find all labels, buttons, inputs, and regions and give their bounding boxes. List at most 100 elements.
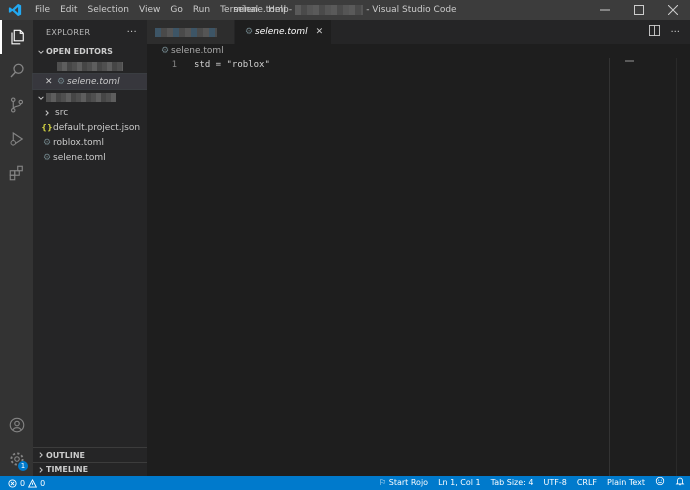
redacted-file-name [57,62,123,71]
timeline-header[interactable]: TIMELINE [33,462,147,476]
sidebar-bottom-sections: OUTLINE TIMELINE [33,447,147,476]
settings-file-icon: ⚙ [160,46,170,56]
close-window-button[interactable] [656,0,690,20]
tree-item-roblox-toml[interactable]: ⚙ roblox.toml [33,135,147,150]
vscode-logo-icon [0,0,30,20]
tree-item-src[interactable]: src [33,105,147,120]
maximize-icon [634,5,644,15]
minimize-button[interactable] [588,0,622,20]
breadcrumb[interactable]: ⚙ selene.toml [147,44,690,58]
vertical-scrollbar[interactable] [676,58,690,476]
open-editor-file-label: selene.toml [67,76,120,87]
tree-item-default-project-json[interactable]: {} default.project.json [33,120,147,135]
close-tab-icon[interactable]: ✕ [316,27,324,37]
outline-header[interactable]: OUTLINE [33,448,147,462]
problems-indicator[interactable]: 0 0 [0,478,46,488]
chevron-right-icon [36,451,46,459]
tree-item-label: roblox.toml [53,137,104,148]
minimap-slider[interactable] [625,60,634,62]
menu-view[interactable]: View [134,0,165,20]
feedback-icon [655,476,665,486]
chevron-down-icon [36,48,46,56]
more-actions-button[interactable]: ··· [127,27,137,38]
activity-bottom: 1 [0,408,33,476]
tab-label: selene.toml [255,27,308,37]
menu-terminal[interactable]: Terminal [215,0,263,20]
explorer-title: EXPLORER [46,27,91,37]
tab-size[interactable]: Tab Size: 4 [486,476,539,490]
menu-file[interactable]: File [30,0,55,20]
chevron-down-icon [36,94,46,102]
status-bar: 0 0 ⚐ Start Rojo Ln 1, Col 1 Tab Size: 4… [0,476,690,490]
open-editor-redacted[interactable] [33,59,147,74]
tree-item-label: default.project.json [53,122,141,133]
end-of-line[interactable]: CRLF [572,476,602,490]
settings-file-icon: ⚙ [56,76,66,87]
activity-search[interactable] [0,54,33,88]
close-icon[interactable]: ✕ [45,77,55,87]
redacted-tab-name [155,27,217,37]
menu-bar: File Edit Selection View Go Run Terminal… [30,0,294,20]
json-file-icon: {} [41,123,53,132]
activity-manage[interactable]: 1 [0,442,33,476]
window-controls [588,0,690,20]
status-right: ⚐ Start Rojo Ln 1, Col 1 Tab Size: 4 UTF… [374,476,690,490]
split-editor-icon[interactable] [649,25,661,39]
chevron-right-icon [43,109,55,117]
editor-tabs: ⚙ selene.toml ✕ ··· [147,20,690,44]
open-editors-label: OPEN EDITORS [46,47,113,56]
activity-bar: 1 [0,20,33,476]
window-title-suffix: - Visual Studio Code [366,5,457,15]
minimap-divider [609,58,610,476]
feedback-button[interactable] [650,476,670,490]
breadcrumb-file: selene.toml [171,46,224,56]
editor-area: ⚙ selene.toml ✕ ··· ⚙ selene.toml 1 std … [147,20,690,476]
tab-redacted[interactable] [147,20,235,44]
search-icon [10,63,24,78]
activity-extensions[interactable] [0,156,33,190]
run-debug-icon [10,131,23,147]
menu-edit[interactable]: Edit [55,0,82,20]
settings-file-icon: ⚙ [42,137,52,148]
account-icon [9,417,24,433]
title-bar: File Edit Selection View Go Run Terminal… [0,0,690,20]
cursor-position[interactable]: Ln 1, Col 1 [433,476,486,490]
language-mode[interactable]: Plain Text [602,476,650,490]
warning-count: 0 [40,478,46,488]
open-editor-selene[interactable]: ✕ ⚙ selene.toml [32,73,148,90]
tree-item-label: selene.toml [53,152,106,163]
minimize-icon [600,9,610,11]
open-editors-header[interactable]: OPEN EDITORS [33,44,147,59]
menu-go[interactable]: Go [165,0,187,20]
explorer-header: EXPLORER ··· [33,20,147,44]
redacted-workspace-folder [46,93,116,102]
tree-item-label: src [55,107,69,118]
menu-help[interactable]: Help [263,0,294,20]
workspace-folder-header[interactable] [33,90,147,105]
menu-run[interactable]: Run [188,0,215,20]
editor-actions: ··· [649,20,690,44]
settings-file-icon: ⚙ [244,27,254,37]
start-rojo-button[interactable]: ⚐ Start Rojo [374,476,433,490]
tab-selene-toml[interactable]: ⚙ selene.toml ✕ [235,20,333,44]
activity-accounts[interactable] [0,408,33,442]
extensions-icon [9,165,23,181]
activity-explorer[interactable] [0,20,33,54]
start-rojo-label: Start Rojo [388,478,429,487]
bell-icon [675,477,685,486]
close-icon [668,5,678,15]
notifications-button[interactable] [670,476,690,490]
settings-file-icon: ⚙ [42,152,52,163]
menu-selection[interactable]: Selection [83,0,134,20]
maximize-button[interactable] [622,0,656,20]
activity-source-control[interactable] [0,88,33,122]
chevron-right-icon [36,466,46,474]
tree-item-selene-toml[interactable]: ⚙ selene.toml [33,150,147,165]
more-actions-icon[interactable]: ··· [670,27,680,38]
rojo-icon: ⚐ [379,478,387,487]
explorer-sidebar: EXPLORER ··· OPEN EDITORS ✕ ⚙ selene.tom… [32,20,148,476]
warning-icon [28,478,38,488]
encoding[interactable]: UTF-8 [539,476,572,490]
redacted-workspace-name [295,4,364,15]
activity-run-debug[interactable] [0,122,33,156]
